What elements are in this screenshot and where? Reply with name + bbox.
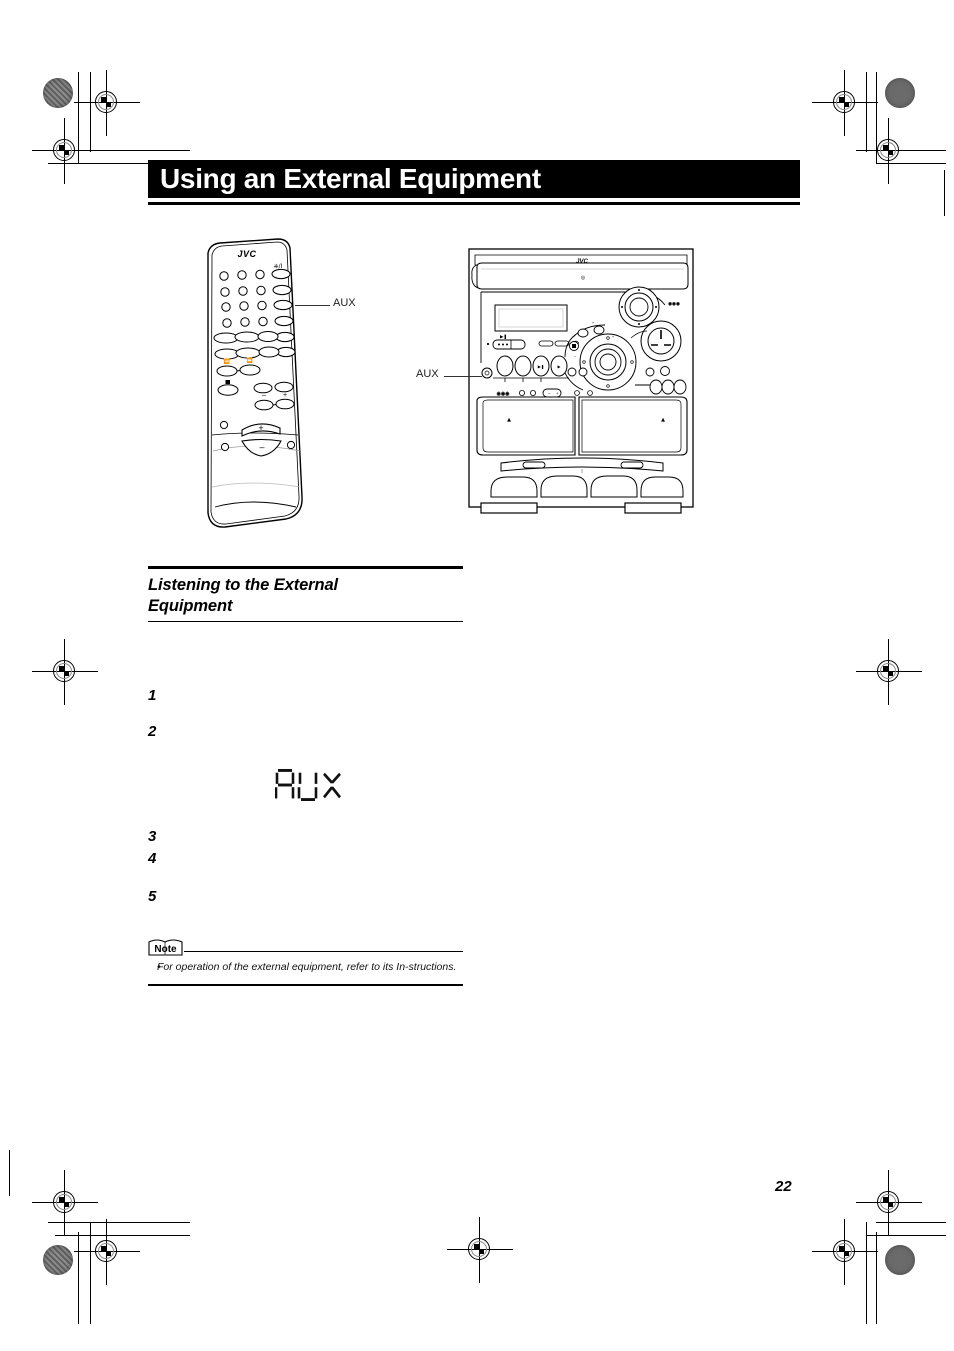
crop-mark-bottom-right-v1 xyxy=(866,1222,868,1324)
note-rule-top xyxy=(184,951,463,953)
note-badge-text: Note xyxy=(154,944,177,955)
registration-mark-bottom-center xyxy=(447,1217,513,1283)
step-number: 4 xyxy=(148,850,157,867)
page-number: 22 xyxy=(775,1178,792,1195)
lcd-digit-x xyxy=(323,772,341,799)
remote-control-figure: JVC ⎈/I ⏪ ⏩ – + + – xyxy=(190,235,380,550)
section-title: Listening to the External Equipment xyxy=(148,575,463,617)
svg-text:⏩: ⏩ xyxy=(247,357,253,364)
step-item-4: 4 xyxy=(148,851,468,889)
step-number: 3 xyxy=(148,828,157,845)
note-bullet: • xyxy=(157,961,161,973)
svg-text:▶❚: ▶❚ xyxy=(500,334,507,340)
svg-text:◉◉◉: ◉◉◉ xyxy=(668,301,681,306)
lcd-aux-display: AUX xyxy=(275,766,345,804)
section-heading-block: Listening to the External Equipment xyxy=(148,566,463,623)
svg-text:◎: ◎ xyxy=(581,275,586,281)
svg-text:JVC: JVC xyxy=(237,249,256,259)
registration-dot-bottom-right xyxy=(885,1245,915,1275)
page-banner: Using an External Equipment xyxy=(148,160,800,198)
step-text xyxy=(170,889,468,890)
step-text xyxy=(170,851,468,852)
system-aux-callout-label: AUX xyxy=(416,368,439,380)
registration-mark-bottom-right-lower xyxy=(812,1219,878,1285)
note-badge: Note xyxy=(148,938,183,956)
svg-text:+: + xyxy=(283,392,287,399)
remote-aux-callout-label: AUX xyxy=(333,297,356,309)
svg-text:+: + xyxy=(258,423,263,433)
lcd-digit-a xyxy=(275,768,295,799)
registration-mark-bottom-left-upper xyxy=(32,1170,98,1236)
note-text: For operation of the external equipment,… xyxy=(157,961,457,973)
registration-dot-top-right xyxy=(885,78,915,108)
system-aux-leader-line xyxy=(444,376,482,378)
step-text xyxy=(170,724,468,725)
crop-mark-bottom-left-h1 xyxy=(48,1222,190,1224)
crop-mark-bottom-right-h1 xyxy=(876,1222,946,1224)
registration-mark-top-right-upper xyxy=(812,70,878,136)
crop-mark-left-edge-bottom xyxy=(9,1150,11,1196)
registration-mark-top-right-lower xyxy=(856,118,922,184)
step-number: 2 xyxy=(148,723,157,740)
section-title-line1: Listening to the External xyxy=(148,575,339,594)
crop-mark-bottom-right-h2 xyxy=(866,1235,946,1237)
step-item-3: 3 xyxy=(148,829,468,851)
svg-text:–: – xyxy=(262,392,266,399)
section-rule-top xyxy=(148,566,463,569)
note-block: Note • For operation of the external equ… xyxy=(148,938,463,986)
svg-text:⏪: ⏪ xyxy=(224,358,230,365)
crop-mark-top-right-v1 xyxy=(866,72,868,152)
section-rule-bottom xyxy=(148,620,463,623)
svg-text:–: – xyxy=(259,442,264,452)
note-paragraph: • For operation of the external equipmen… xyxy=(157,960,463,975)
svg-text:▲: ▲ xyxy=(661,417,665,423)
svg-text:◉◉◉: ◉◉◉ xyxy=(496,391,510,397)
step-item-5: 5 xyxy=(148,889,468,919)
remote-aux-leader-line xyxy=(295,305,330,307)
registration-mark-top-left-upper xyxy=(74,70,140,136)
banner-underline xyxy=(148,202,800,205)
crop-mark-bottom-right-v2 xyxy=(876,1232,878,1324)
step-text xyxy=(170,688,468,689)
registration-mark-bottom-left-lower xyxy=(74,1219,140,1285)
manual-page: Using an External Equipment JVC ⎈/I ⏪ ⏩ … xyxy=(0,0,954,1351)
lcd-digit-u xyxy=(297,772,318,802)
section-title-line2: Equipment xyxy=(148,596,233,615)
svg-text:▶❚: ▶❚ xyxy=(538,364,544,369)
note-rule-bottom xyxy=(148,983,463,986)
svg-text:▲: ▲ xyxy=(507,417,511,423)
step-number: 5 xyxy=(148,888,157,905)
registration-mark-mid-left xyxy=(32,639,98,705)
note-body: • For operation of the external equipmen… xyxy=(148,960,463,975)
crop-mark-bottom-left-v1 xyxy=(78,1232,80,1324)
registration-dot-bottom-left xyxy=(43,1245,73,1275)
audio-system-figure: JVC ◎ ▶❚ ◉◉◉ + + – ▶❚ ▶ ◉◉◉ – + ▲ ▲ xyxy=(465,245,700,525)
svg-text:+: + xyxy=(556,391,559,396)
crop-mark-right-edge-top xyxy=(944,170,946,216)
registration-mark-mid-right xyxy=(856,639,922,705)
page-title: Using an External Equipment xyxy=(160,163,541,194)
step-number: 1 xyxy=(148,687,157,704)
step-item-1: 1 xyxy=(148,688,468,724)
registration-mark-top-left-lower xyxy=(32,118,98,184)
step-text xyxy=(170,829,468,830)
registration-dot-top-left xyxy=(43,78,73,108)
registration-mark-bottom-right-upper xyxy=(856,1170,922,1236)
